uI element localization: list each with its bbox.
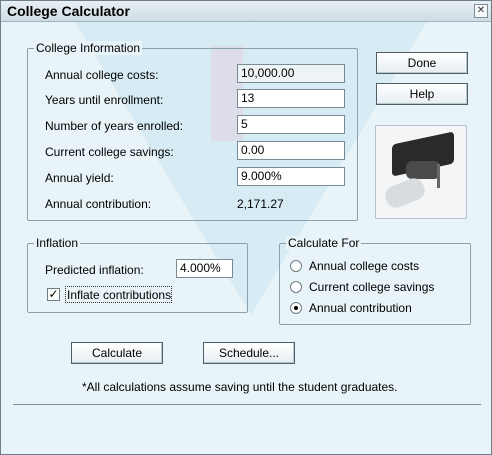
graduation-cap-base [406,161,440,179]
years-enrolled-label: Number of years enrolled: [45,119,184,133]
bottom-separator [13,404,481,405]
inflation-label: Inflation [34,236,81,250]
college-calculator-window: College Calculator ✕ College Information… [0,0,492,455]
current-college-savings-radio[interactable] [290,281,302,293]
years-enrolled-field[interactable]: 5 [237,115,345,134]
years-until-enrollment-field[interactable]: 13 [237,89,345,108]
calculate-for-label: Calculate For [286,236,362,250]
calculation-note: *All calculations assume saving until th… [82,380,398,394]
annual-contribution-value: 2,171.27 [237,197,284,211]
annual-contribution-radio[interactable] [290,302,302,314]
predicted-inflation-field[interactable]: 4.000% [176,259,233,278]
calculate-button[interactable]: Calculate [71,342,163,364]
annual-yield-field[interactable]: 9.000% [237,167,345,186]
annual-contribution-option-label[interactable]: Annual contribution [309,301,412,315]
current-college-savings-option-label[interactable]: Current college savings [309,280,434,294]
inflate-contributions-checkbox[interactable]: ✓ [47,288,60,301]
predicted-inflation-label: Predicted inflation: [45,263,144,277]
annual-college-costs-radio[interactable] [290,260,302,272]
annual-college-costs-label: Annual college costs: [45,68,159,82]
annual-college-costs-field[interactable]: 10,000.00 [237,64,345,83]
title-bar: College Calculator ✕ [1,1,491,22]
diploma-icon [382,175,428,211]
help-button[interactable]: Help [376,83,468,105]
college-information-label: College Information [34,41,143,55]
current-college-savings-field[interactable]: 0.00 [237,141,345,160]
tassel-icon [437,164,440,188]
inflate-contributions-label[interactable]: Inflate contributions [67,288,171,302]
schedule-button[interactable]: Schedule... [203,342,295,364]
annual-yield-label: Annual yield: [45,171,114,185]
graduation-photo [375,125,467,219]
annual-college-costs-option-label[interactable]: Annual college costs [309,259,419,273]
close-icon[interactable]: ✕ [474,4,488,18]
done-button[interactable]: Done [376,52,468,74]
years-until-enrollment-label: Years until enrollment: [45,93,164,107]
current-college-savings-label: Current college savings: [45,145,174,159]
window-title: College Calculator [7,3,130,19]
annual-contribution-label: Annual contribution: [45,197,152,211]
